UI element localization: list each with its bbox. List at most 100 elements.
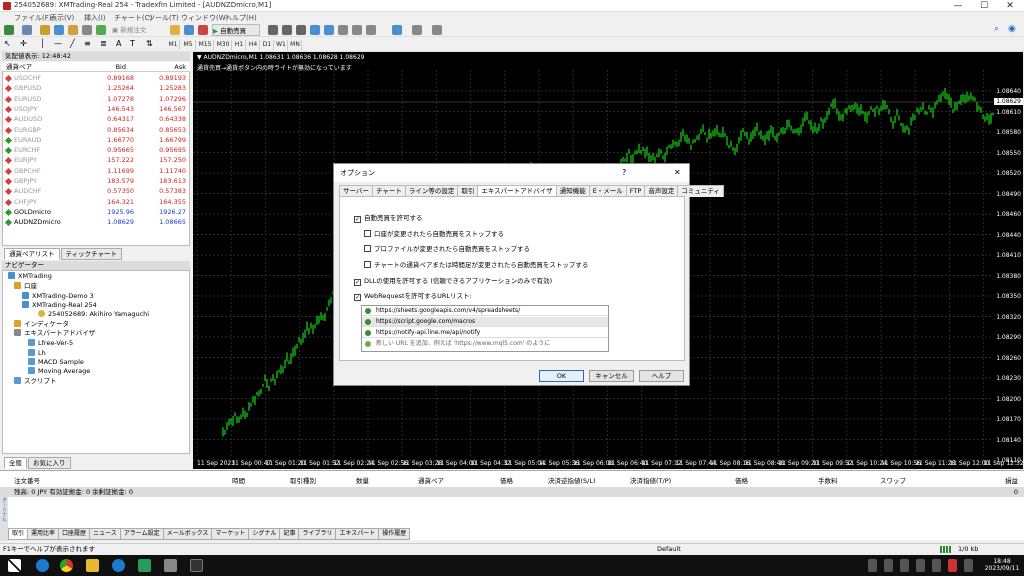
symbol-row[interactable]: AUDNZDmicro 1.08629 1.08665 xyxy=(2,217,190,227)
col-order[interactable]: 注文番号 xyxy=(14,475,40,485)
tf-h1[interactable]: H1 xyxy=(233,40,246,50)
tab-tick-chart[interactable]: ティックチャート xyxy=(60,248,123,260)
col-symbol[interactable]: 通貨ペア xyxy=(418,475,444,485)
periods-icon[interactable] xyxy=(412,25,422,35)
tray-icon[interactable] xyxy=(964,559,973,572)
symbol-row[interactable]: EURJPY 157.222 157.250 xyxy=(2,155,190,165)
tf-mn[interactable]: MN xyxy=(289,40,302,50)
symbol-row[interactable]: USDCHF 0.89168 0.89193 xyxy=(2,73,190,83)
bar-chart-icon[interactable] xyxy=(268,25,278,35)
profiles-icon[interactable] xyxy=(22,25,32,35)
symbol-row[interactable]: USDJPY 146.543 146.567 xyxy=(2,104,190,114)
col-swap[interactable]: スワップ xyxy=(880,475,906,485)
explorer-icon[interactable] xyxy=(86,559,99,572)
tf-h4[interactable]: H4 xyxy=(247,40,260,50)
allow-webrequest-checkbox[interactable]: ✓ WebRequestを許可するURLリスト: xyxy=(354,292,472,301)
edge-icon[interactable] xyxy=(36,559,49,572)
tab-market[interactable]: マーケット xyxy=(211,528,250,540)
nav-ea-ma[interactable]: Moving Average xyxy=(28,367,90,376)
tray-icon[interactable] xyxy=(868,559,877,572)
symbol-row[interactable]: EURAUD 1.66770 1.66799 xyxy=(2,135,190,145)
chart-shift-icon[interactable] xyxy=(366,25,376,35)
close-button[interactable]: ✕ xyxy=(998,0,1022,12)
fibo-icon[interactable]: ≣ xyxy=(100,39,107,48)
stop-on-account-change-checkbox[interactable]: 口座が変更されたら自動売買をストップする xyxy=(364,230,504,238)
nav-ea-macd[interactable]: MACD Sample xyxy=(28,358,84,367)
tf-d1[interactable]: D1 xyxy=(261,40,274,50)
stop-on-symbol-change-checkbox[interactable]: チャートの通貨ペアまたは時間足が変更されたら自動売買をストップする xyxy=(364,261,588,269)
col-commission[interactable]: 手数料 xyxy=(818,475,838,485)
line-chart-icon[interactable] xyxy=(296,25,306,35)
search-icon[interactable]: ⌕ xyxy=(994,24,999,34)
symbol-row[interactable]: AUDUSD 0.64317 0.64338 xyxy=(2,114,190,124)
col-bid[interactable]: Bid xyxy=(116,62,126,72)
cancel-button[interactable]: キャンセル xyxy=(589,370,634,382)
col-symbol[interactable]: 通貨ペア xyxy=(6,62,32,72)
symbol-row[interactable]: EURUSD 1.07278 1.07296 xyxy=(2,94,190,104)
col-price2[interactable]: 価格 xyxy=(735,475,748,485)
col-price[interactable]: 価格 xyxy=(500,475,513,485)
templates-icon[interactable] xyxy=(432,25,442,35)
chrome-icon[interactable] xyxy=(60,559,73,572)
menu-file[interactable]: ファイル(F) xyxy=(14,13,52,23)
indicators-icon[interactable] xyxy=(392,25,402,35)
text-icon[interactable]: A xyxy=(116,39,121,48)
label-icon[interactable]: T xyxy=(130,39,135,48)
nav-indicators[interactable]: インディケータ xyxy=(14,320,69,329)
symbol-row[interactable]: EURGBP 0.85634 0.85653 xyxy=(2,125,190,135)
allow-dll-checkbox[interactable]: ✓ DLLの使用を許可する (信頼できるアプリケーションのみで有効) xyxy=(354,277,552,286)
nav-xmtrading[interactable]: XMTrading xyxy=(8,272,52,281)
menu-view[interactable]: 表示(V) xyxy=(50,13,74,23)
nav-account[interactable]: 254052689: Akihiro Yamaguchi xyxy=(38,310,149,319)
menu-chart[interactable]: チャート(C) xyxy=(114,13,152,23)
tf-m5[interactable]: M5 xyxy=(181,40,196,50)
minimize-button[interactable]: — xyxy=(946,0,970,12)
channel-icon[interactable]: ≡ xyxy=(84,39,91,48)
tab-symbols[interactable]: 通貨ペアリスト xyxy=(4,248,60,260)
chat-icon[interactable]: ◉ xyxy=(1008,24,1016,34)
terminal-icon[interactable] xyxy=(82,25,92,35)
symbol-row[interactable]: GBPUSD 1.25264 1.25283 xyxy=(2,83,190,93)
tile-icon[interactable] xyxy=(338,25,348,35)
menu-tools[interactable]: ツール(T) xyxy=(148,13,179,23)
tray-icon[interactable] xyxy=(916,559,925,572)
allow-autotrade-checkbox[interactable]: ✓ 自動売買を許可する xyxy=(354,214,423,223)
tray-icon[interactable] xyxy=(932,559,941,572)
tab-mailbox[interactable]: メールボックス xyxy=(162,528,213,540)
col-sl[interactable]: 決済逆指値(S/L) xyxy=(548,475,596,485)
clock[interactable]: 18:48 2023/09/11 xyxy=(984,558,1020,572)
tray-icon[interactable] xyxy=(884,559,893,572)
ok-button[interactable]: OK xyxy=(539,370,584,382)
symbol-row[interactable]: CHFJPY 164.321 164.355 xyxy=(2,197,190,207)
data-window-icon[interactable] xyxy=(54,25,64,35)
col-ask[interactable]: Ask xyxy=(174,62,186,72)
horizontal-line-icon[interactable]: — xyxy=(54,39,62,48)
meta-editor-icon[interactable] xyxy=(170,25,180,35)
menu-window[interactable]: ウィンドウ(W) xyxy=(181,13,228,23)
dialog-help-button[interactable]: ? xyxy=(622,168,626,177)
tf-m15[interactable]: M15 xyxy=(197,40,214,50)
symbol-row[interactable]: GOLDmicro 1925.96 1926.27 xyxy=(2,207,190,217)
store-icon[interactable] xyxy=(138,559,151,572)
url-row[interactable]: https://script.google.com/macros xyxy=(362,317,608,327)
stop-on-profile-change-checkbox[interactable]: プロファイルが変更されたら自動売買をストップする xyxy=(364,245,530,253)
col-time[interactable]: 時間 xyxy=(232,475,245,485)
tab-trade[interactable]: 取引 xyxy=(8,528,29,540)
url-row[interactable]: https://sheets.googleapis.com/v4/spreads… xyxy=(362,306,608,316)
symbol-row[interactable]: EURCHF 0.95665 0.95695 xyxy=(2,145,190,155)
candle-chart-icon[interactable] xyxy=(282,25,292,35)
tf-w1[interactable]: W1 xyxy=(275,40,288,50)
col-size[interactable]: 数量 xyxy=(356,475,369,485)
symbol-row[interactable]: AUDCHF 0.57350 0.57383 xyxy=(2,186,190,196)
tab-library[interactable]: ライブラリ xyxy=(298,528,337,540)
autotrade-button[interactable]: ▶ 自動売買 xyxy=(212,24,260,36)
tray-icon[interactable] xyxy=(900,559,909,572)
autoscroll-icon[interactable] xyxy=(352,25,362,35)
tab-exposure[interactable]: 運用比率 xyxy=(27,528,60,540)
zoom-out-icon[interactable] xyxy=(324,25,334,35)
nav-real-server[interactable]: XMTrading-Real 254 xyxy=(22,301,97,310)
edge-icon-2[interactable] xyxy=(112,559,125,572)
signals-icon[interactable] xyxy=(198,25,208,35)
mt4-taskbar-icon[interactable] xyxy=(190,559,203,572)
windows-start-icon[interactable] xyxy=(8,559,21,572)
